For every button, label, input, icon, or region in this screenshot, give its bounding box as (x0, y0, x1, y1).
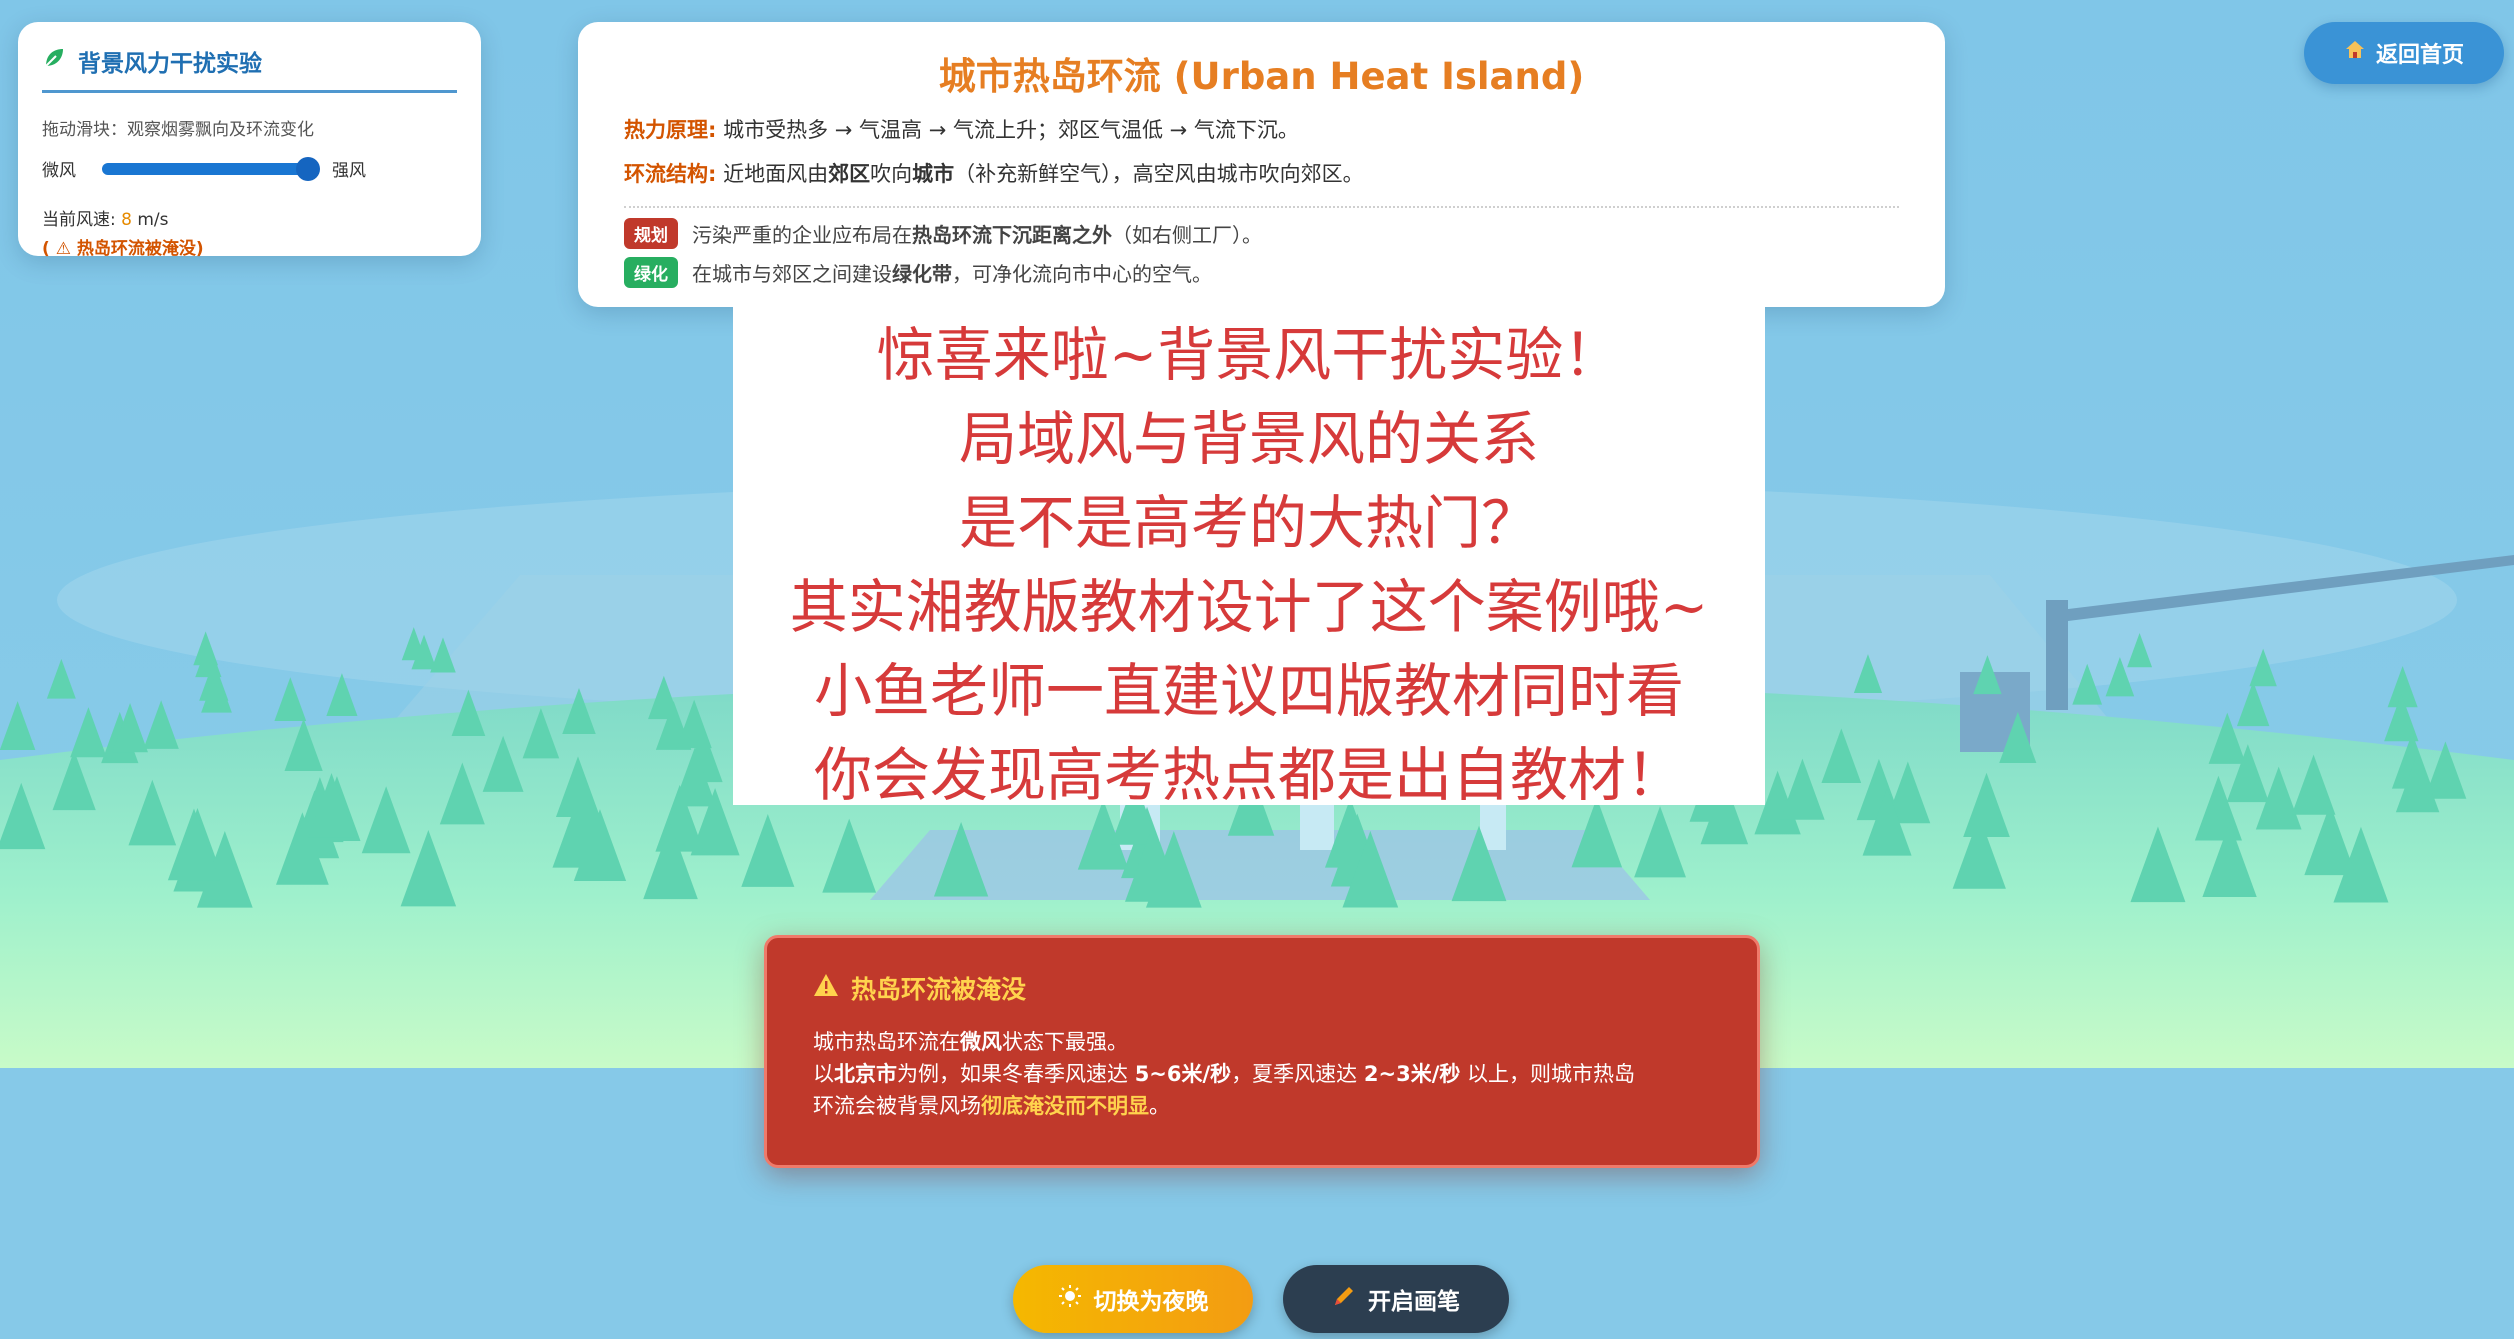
slider-thumb[interactable] (296, 156, 320, 181)
divider (624, 206, 1899, 208)
structure-bold-suburb: 郊区 (828, 162, 871, 186)
alert-body: 城市热岛环流在微风状态下最强。 以北京市为例，如果冬春季风速达 5~6米/秒，夏… (813, 1030, 1636, 1118)
promo-line: 小鱼老师一直建议四版教材同时看 (813, 657, 1684, 725)
speed-value: 8 (121, 210, 132, 230)
warning-icon (813, 973, 839, 1003)
current-speed: 当前风速: 8 m/s (42, 205, 457, 230)
promo-line: 局域风与背景风的关系 (958, 405, 1539, 473)
slider-max-label: 强风 (332, 161, 366, 181)
planning-text: 污染严重的企业应布局在热岛环流下沉距离之外（如右侧工厂）。 (692, 223, 1262, 247)
sun-icon (1058, 1284, 1082, 1314)
wind-panel-header: 背景风力干扰实验 (42, 44, 457, 93)
night-button-label: 切换为夜晚 (1093, 1289, 1209, 1315)
greening-line: 绿化 在城市与郊区之间建设绿化带，可净化流向市中心的空气。 (624, 257, 1899, 288)
house-icon (2344, 39, 2366, 67)
slider-min-label: 微风 (42, 161, 76, 181)
structure-label: 环流结构: (624, 162, 717, 186)
info-title: 城市热岛环流 (Urban Heat Island) (938, 55, 1585, 98)
leaf-icon (42, 46, 66, 76)
planning-line: 规划 污染严重的企业应布局在热岛环流下沉距离之外（如右侧工厂）。 (624, 218, 1899, 249)
heat-island-info-panel: 城市热岛环流 (Urban Heat Island) 热力原理: 城市受热多 →… (578, 22, 1945, 307)
enable-pen-button[interactable]: 开启画笔 (1283, 1265, 1509, 1333)
pen-button-label: 开启画笔 (1368, 1289, 1460, 1315)
structure-text: 近地面风由 (723, 162, 829, 186)
principle-text: 城市受热多 → 气温高 → 气流上升；郊区气温低 → 气流下沉。 (723, 118, 1299, 142)
promo-line: 你会发现高考热点都是出自教材！ (813, 741, 1684, 809)
structure-bold-city: 城市 (912, 162, 955, 186)
wind-experiment-panel: 背景风力干扰实验 拖动滑块：观察烟雾飘向及环流变化 微风 强风 当前风速: 8 … (18, 22, 481, 259)
warning-alert: 热岛环流被淹没 城市热岛环流在微风状态下最强。 以北京市为例，如果冬春季风速达 … (764, 935, 1760, 1168)
wind-panel-title: 背景风力干扰实验 (78, 51, 262, 77)
promo-line: 其实湘教版教材设计了这个案例哦~ (789, 573, 1709, 641)
alert-header: 热岛环流被淹没 (813, 970, 1711, 1006)
principle-line: 热力原理: 城市受热多 → 气温高 → 气流上升；郊区气温低 → 气流下沉。 (624, 114, 1899, 144)
promo-overlay: 惊喜来啦~背景风干扰实验！ 局域风与背景风的关系 是不是高考的大热门？ 其实湘教… (733, 307, 1765, 809)
home-button[interactable]: 返回首页 (2304, 22, 2504, 84)
speed-unit: m/s (131, 210, 169, 230)
principle-label: 热力原理: (624, 118, 717, 142)
pencil-icon (1332, 1284, 1356, 1314)
promo-line: 惊喜来啦~背景风干扰实验！ (876, 321, 1622, 389)
structure-line: 环流结构: 近地面风由郊区吹向城市（补充新鲜空气），高空风由城市吹向郊区。 (624, 158, 1899, 188)
home-button-label: 返回首页 (2375, 43, 2464, 68)
speed-label: 当前风速: (42, 210, 122, 230)
wind-slider-row: 微风 强风 (42, 156, 457, 181)
wind-speed-slider[interactable] (102, 156, 320, 181)
structure-text: 吹向 (870, 162, 913, 186)
planning-tag: 规划 (624, 218, 678, 249)
alert-title: 热岛环流被淹没 (851, 975, 1027, 1004)
wind-panel-hint: 拖动滑块：观察烟雾飘向及环流变化 (42, 120, 314, 140)
toggle-night-button[interactable]: 切换为夜晚 (1013, 1265, 1253, 1333)
structure-text: （补充新鲜空气），高空风由城市吹向郊区。 (954, 162, 1364, 186)
greening-text: 在城市与郊区之间建设绿化带，可净化流向市中心的空气。 (692, 262, 1212, 286)
greening-tag: 绿化 (624, 257, 678, 288)
promo-line: 是不是高考的大热门？ (958, 489, 1539, 557)
circulation-status: ( ⚠ 热岛环流被淹没) (42, 239, 204, 259)
